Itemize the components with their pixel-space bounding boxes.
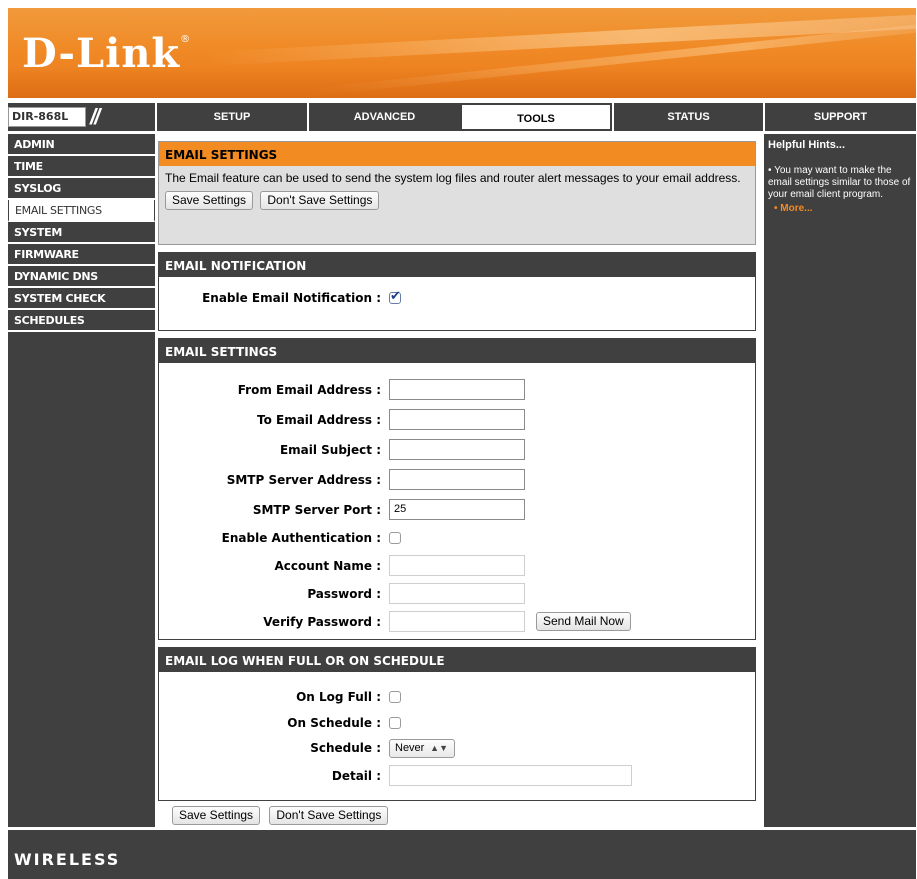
verify-password-field[interactable]: [389, 611, 525, 632]
dont-save-settings-button[interactable]: Don't Save Settings: [260, 191, 380, 210]
subject-label: Email Subject :: [279, 443, 381, 457]
on-log-full-checkbox[interactable]: [389, 691, 401, 703]
email-notification-panel: EMAIL NOTIFICATION Enable Email Notifica…: [158, 252, 756, 331]
model-name: DIR-868L: [8, 107, 86, 127]
verify-password-label: Verify Password :: [263, 615, 381, 629]
on-schedule-label: On Schedule :: [287, 716, 381, 730]
log-full-label: On Log Full :: [296, 690, 381, 704]
dlink-logo: D-Link®: [22, 30, 191, 77]
hints-text: • You may want to make the email setting…: [768, 165, 911, 200]
on-schedule-checkbox[interactable]: [389, 717, 401, 729]
detail-row: Detail :: [159, 765, 757, 787]
detail-field[interactable]: [389, 765, 632, 786]
enable-notification-checkbox[interactable]: [389, 288, 401, 304]
trademark: ®: [180, 34, 192, 45]
enable-notification-label: Enable Email Notification :: [202, 291, 381, 305]
password-row: Password :: [159, 583, 757, 605]
password-field[interactable]: [389, 583, 525, 604]
tab-support[interactable]: SUPPORT: [763, 103, 916, 131]
tab-advanced[interactable]: ADVANCED: [307, 103, 460, 131]
on-schedule-row: On Schedule :: [159, 712, 757, 734]
email-log-panel: EMAIL LOG WHEN FULL OR ON SCHEDULE On Lo…: [158, 647, 756, 801]
bottom-buttons: Save Settings Don't Save Settings: [172, 806, 389, 825]
schedule-select[interactable]: Never ▲▼: [389, 739, 455, 758]
bottom-dont-save-settings-button[interactable]: Don't Save Settings: [269, 806, 389, 825]
send-mail-now-button[interactable]: Send Mail Now: [536, 612, 631, 631]
enable-notification-row: Enable Email Notification :: [159, 287, 757, 309]
smtp-address-label: SMTP Server Address :: [226, 473, 381, 487]
schedule-value: Never: [395, 742, 425, 754]
select-arrows-icon: ▲▼: [430, 743, 448, 753]
model-slashes-icon: //: [90, 104, 100, 129]
hints-title: Helpful Hints...: [768, 139, 845, 151]
tab-tools[interactable]: TOOLS: [460, 103, 612, 131]
from-label: From Email Address :: [237, 383, 381, 397]
account-label: Account Name :: [274, 559, 381, 573]
from-row: From Email Address :: [159, 379, 757, 401]
intro-buttons: Save Settings Don't Save Settings: [159, 185, 755, 210]
sidebar-item-schedules[interactable]: SCHEDULES: [8, 310, 155, 332]
sidebar: ADMIN TIME SYSLOG EMAIL SETTINGS SYSTEM …: [8, 134, 155, 827]
save-settings-button[interactable]: Save Settings: [165, 191, 254, 210]
schedule-row: Schedule : Never ▲▼: [159, 737, 757, 759]
schedule-label: Schedule :: [310, 741, 381, 755]
sidebar-item-system-check[interactable]: SYSTEM CHECK: [8, 288, 155, 310]
intro-title: EMAIL SETTINGS: [159, 142, 755, 166]
email-settings-title: EMAIL SETTINGS: [159, 339, 755, 363]
email-subject-field[interactable]: [389, 439, 525, 460]
main-content: EMAIL SETTINGS The Email feature can be …: [158, 134, 761, 827]
email-log-title: EMAIL LOG WHEN FULL OR ON SCHEDULE: [159, 648, 755, 672]
smtp-port-label: SMTP Server Port :: [252, 503, 381, 517]
sidebar-item-syslog[interactable]: SYSLOG: [8, 178, 155, 200]
enable-authentication-checkbox[interactable]: [389, 532, 401, 544]
tab-setup[interactable]: SETUP: [155, 103, 307, 131]
email-notification-title: EMAIL NOTIFICATION: [159, 253, 755, 277]
subject-row: Email Subject :: [159, 439, 757, 461]
verify-password-row: Verify Password : Send Mail Now: [159, 611, 757, 633]
smtp-port-row: SMTP Server Port : 25: [159, 499, 757, 521]
sidebar-item-admin[interactable]: ADMIN: [8, 134, 155, 156]
helpful-hints-panel: Helpful Hints... • You may want to make …: [764, 134, 916, 827]
to-email-field[interactable]: [389, 409, 525, 430]
auth-label: Enable Authentication :: [221, 531, 381, 545]
from-email-field[interactable]: [389, 379, 525, 400]
header-banner: D-Link®: [8, 8, 916, 98]
password-label: Password :: [307, 587, 381, 601]
account-row: Account Name :: [159, 555, 757, 577]
sidebar-item-time[interactable]: TIME: [8, 156, 155, 178]
logo-text: D-Link: [22, 30, 181, 77]
hints-more-link[interactable]: • More...: [768, 203, 912, 214]
auth-row: Enable Authentication :: [159, 527, 757, 549]
sidebar-item-firmware[interactable]: FIRMWARE: [8, 244, 155, 266]
log-full-row: On Log Full :: [159, 686, 757, 708]
email-settings-panel: EMAIL SETTINGS From Email Address : To E…: [158, 338, 756, 640]
tab-status[interactable]: STATUS: [612, 103, 763, 131]
smtp-address-field[interactable]: [389, 469, 525, 490]
sidebar-item-dynamic-dns[interactable]: DYNAMIC DNS: [8, 266, 155, 288]
bottom-save-settings-button[interactable]: Save Settings: [172, 806, 261, 825]
smtp-address-row: SMTP Server Address :: [159, 469, 757, 491]
footer-wireless: WIRELESS: [8, 830, 916, 879]
intro-panel: EMAIL SETTINGS The Email feature can be …: [158, 141, 756, 245]
account-name-field[interactable]: [389, 555, 525, 576]
to-label: To Email Address :: [256, 413, 381, 427]
detail-label: Detail :: [331, 769, 381, 783]
intro-description: The Email feature can be used to send th…: [165, 171, 741, 185]
sidebar-item-email-settings[interactable]: EMAIL SETTINGS: [8, 200, 155, 222]
sidebar-item-system[interactable]: SYSTEM: [8, 222, 155, 244]
to-row: To Email Address :: [159, 409, 757, 431]
smtp-port-field[interactable]: 25: [389, 499, 525, 520]
